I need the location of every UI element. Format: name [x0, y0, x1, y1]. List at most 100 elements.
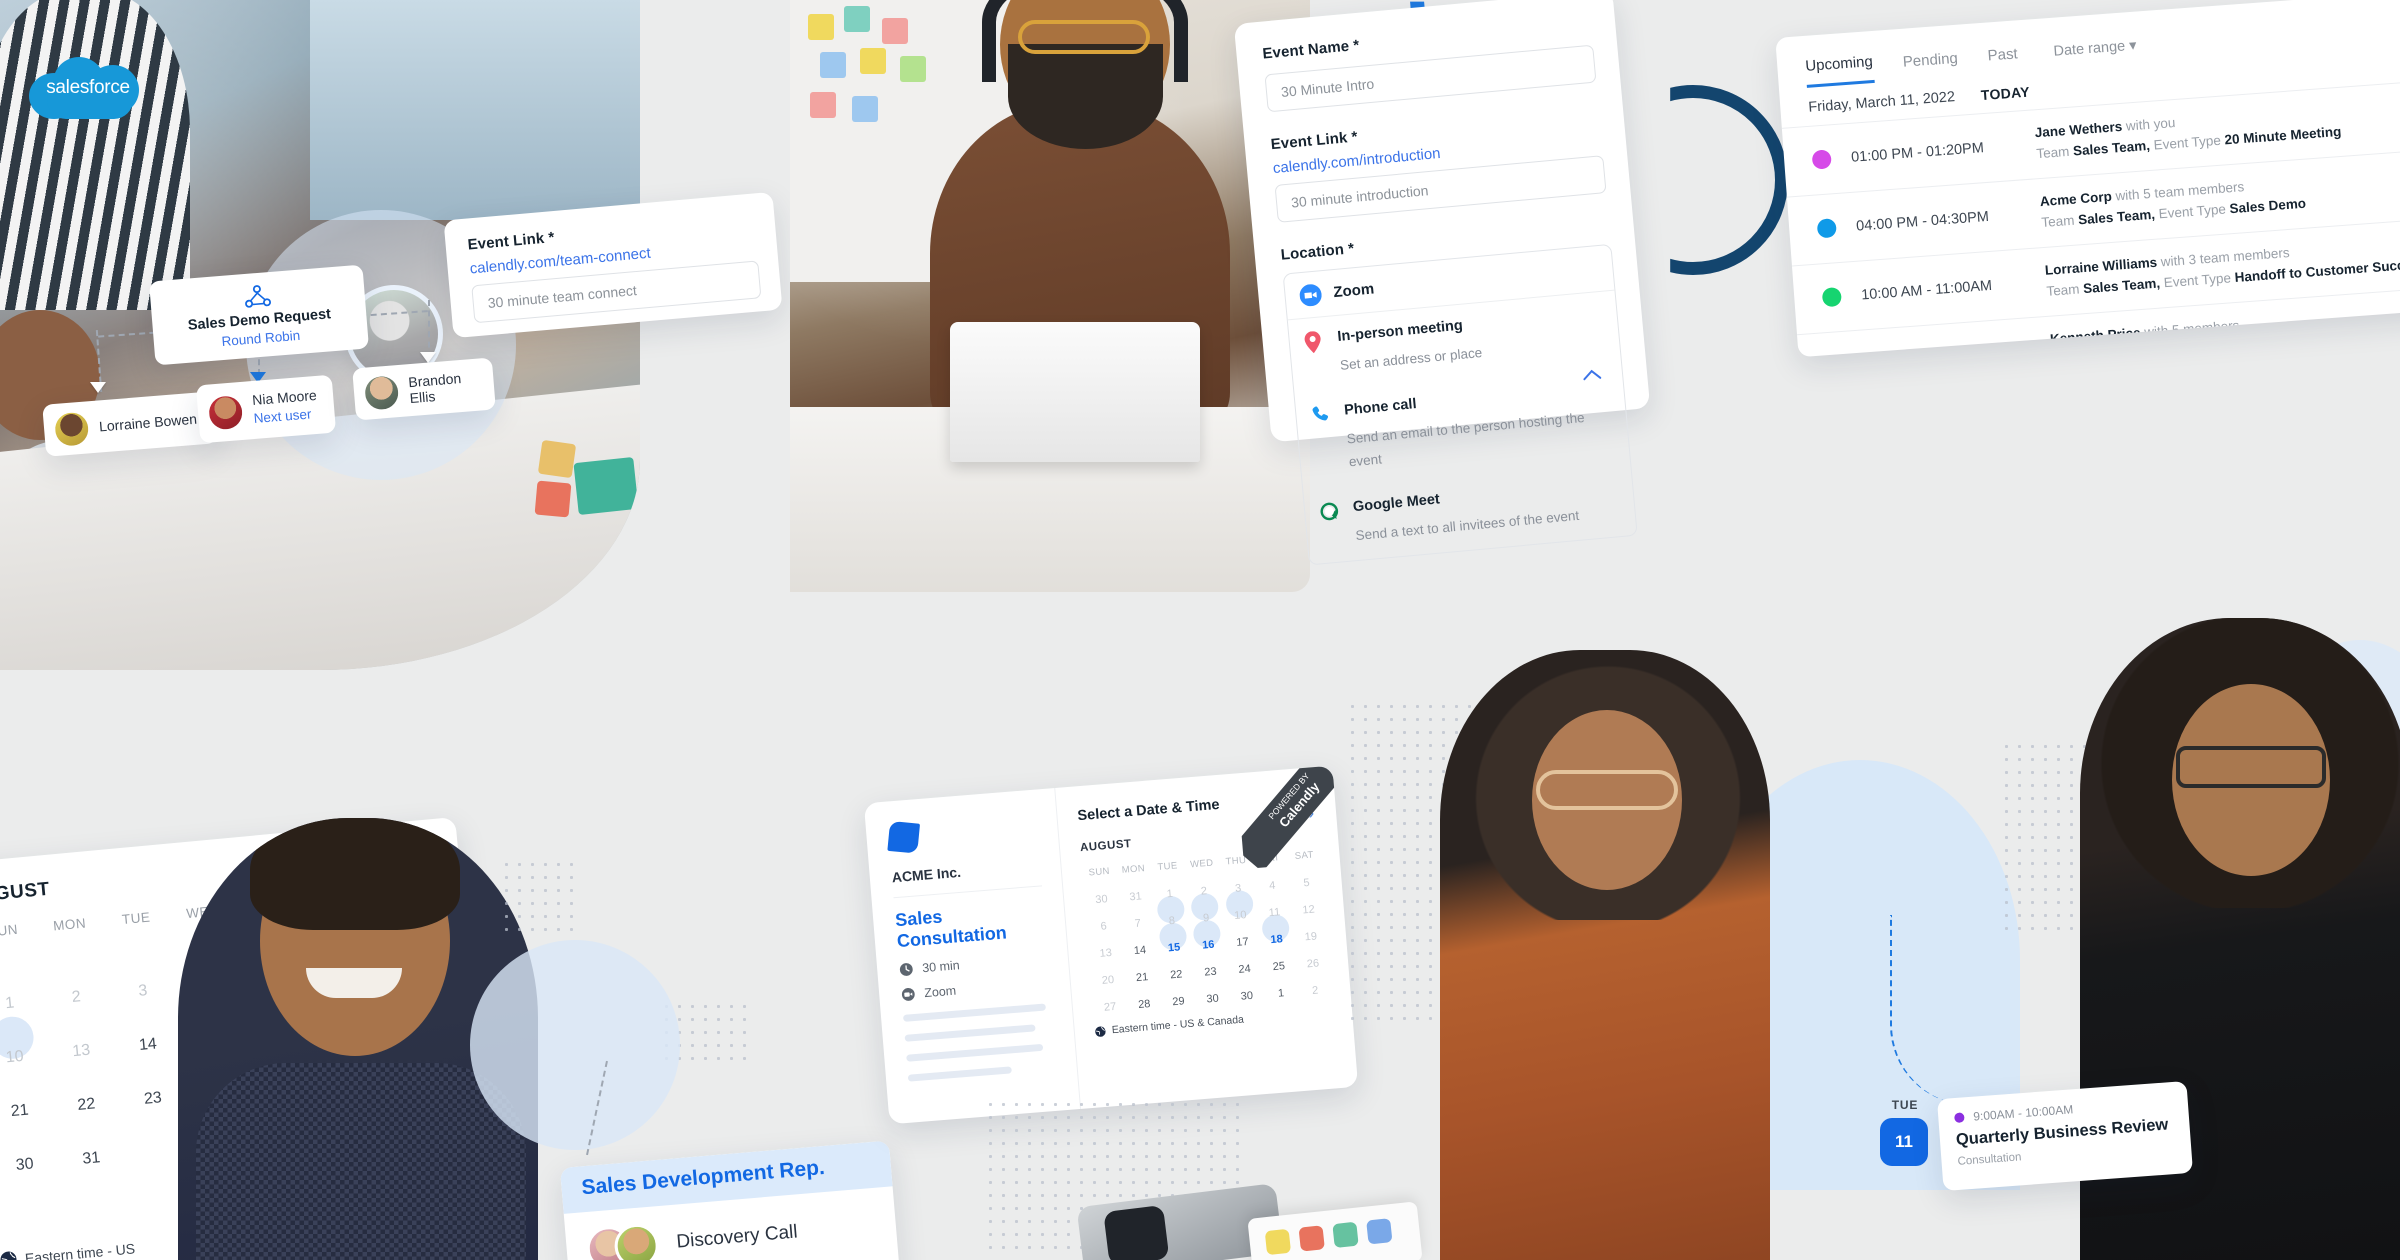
- event-type: Sales Demo: [2239, 332, 2317, 354]
- calendar-day[interactable]: 14: [1122, 935, 1158, 965]
- calendar-day[interactable]: 27: [1092, 992, 1128, 1022]
- location-option-title: In-person meeting: [1336, 317, 1464, 345]
- globe-icon: [0, 1251, 17, 1260]
- calendar-day-available[interactable]: 18: [1258, 924, 1294, 954]
- routing-node-sales-demo-request[interactable]: Sales Demo Request Round Robin: [148, 264, 370, 366]
- globe-icon: [1095, 1025, 1106, 1037]
- decorative-blob: [470, 940, 680, 1150]
- divider: [893, 885, 1043, 899]
- calendar-day[interactable]: 13: [1088, 938, 1124, 968]
- calendar-day-available[interactable]: 16: [1190, 930, 1226, 960]
- timezone-selector[interactable]: Eastern time - US: [0, 1239, 136, 1260]
- routing-arrow-left: [90, 382, 106, 393]
- person-info: Nia Moore Next user: [252, 387, 319, 428]
- quarterly-business-review-card[interactable]: 9:00AM - 10:00AM Quarterly Business Revi…: [1936, 1080, 2194, 1192]
- event-name-value: 30 Minute Intro: [1280, 75, 1375, 101]
- tab-pending[interactable]: Pending: [1902, 50, 1959, 81]
- calendar-day[interactable]: 21: [0, 1081, 56, 1141]
- woman-looking-down-photo: [1440, 650, 1770, 1260]
- calendar-day[interactable]: 12: [1290, 895, 1326, 925]
- app-icon: [1264, 1228, 1292, 1256]
- date-range-label: Date range: [2052, 38, 2126, 60]
- calendar-day[interactable]: 26: [1295, 949, 1331, 979]
- location-option-title: Google Meet: [1352, 491, 1441, 516]
- calendar-day[interactable]: 29: [1160, 986, 1196, 1016]
- calendar-day[interactable]: 4: [1254, 871, 1290, 901]
- person-name: Nia Moore: [251, 386, 318, 409]
- calendar-day-available[interactable]: 15: [1156, 933, 1192, 963]
- calendar-day[interactable]: 24: [1226, 954, 1262, 984]
- required-asterisk: *: [1352, 36, 1361, 55]
- calendar-day[interactable]: 22: [1158, 960, 1194, 990]
- timezone-label: Eastern time - US: [24, 1239, 136, 1260]
- event-type: 20 Minute Meeting: [2223, 123, 2342, 148]
- calendar-day[interactable]: 25: [1261, 951, 1297, 981]
- calendar-day[interactable]: 30: [1194, 984, 1230, 1014]
- today-badge: TODAY: [1980, 83, 2031, 104]
- calendar-day[interactable]: 3: [107, 962, 179, 1022]
- calendar-day[interactable]: 21: [1124, 962, 1160, 992]
- required-asterisk: *: [1350, 128, 1359, 146]
- calendar-day[interactable]: 31: [1117, 882, 1153, 912]
- calendar-day[interactable]: 7: [1120, 908, 1156, 938]
- person-chip-nia-moore[interactable]: Nia Moore Next user: [195, 374, 337, 444]
- calendar-day[interactable]: 30: [1229, 981, 1265, 1011]
- event-invitee: Lorraine Williams: [2044, 254, 2158, 278]
- tab-past[interactable]: Past: [1987, 45, 2019, 74]
- calendar-day[interactable]: 10: [1222, 900, 1258, 930]
- location-option-text: Google Meet Send a text to all invitees …: [1352, 478, 1580, 548]
- event-team-prefix: Team: [2045, 281, 2080, 299]
- event-team: Sales Team,: [2072, 137, 2151, 159]
- calendar-day[interactable]: 31: [56, 1129, 128, 1189]
- event-link-input-placeholder: 30 minute team connect: [487, 282, 638, 312]
- calendar-day[interactable]: 2: [1297, 975, 1333, 1005]
- calendar-day[interactable]: 30: [1083, 884, 1119, 914]
- avatar: [612, 1222, 661, 1260]
- calendar-day[interactable]: 28: [1126, 989, 1162, 1019]
- location-selected-label: Zoom: [1332, 280, 1375, 302]
- calendar-day[interactable]: 2: [41, 968, 113, 1028]
- calendar-day[interactable]: 20: [1090, 965, 1126, 995]
- chevron-up-icon[interactable]: [1583, 368, 1602, 381]
- location-select[interactable]: Zoom In-person meeting Set an address or…: [1282, 243, 1638, 565]
- calendar-day[interactable]: 14: [112, 1015, 184, 1075]
- day-badge: TUE 11: [1870, 1098, 1940, 1166]
- event-link-input-placeholder: 30 minute introduction: [1290, 182, 1430, 211]
- event-invitee: Kenneth Price: [2049, 324, 2142, 347]
- day-of-week-label: TUE: [1891, 1098, 1919, 1112]
- calendar-day[interactable]: 1: [1263, 978, 1299, 1008]
- event-color-dot: [1811, 149, 1832, 171]
- calendar-day[interactable]: 22: [51, 1075, 123, 1135]
- app-icon: [1332, 1221, 1359, 1249]
- calendar-day[interactable]: 6: [1085, 911, 1121, 941]
- salesforce-label: salesforce: [46, 77, 130, 98]
- person-name: Lorraine Bowen: [98, 410, 198, 435]
- clock-icon: [899, 963, 913, 976]
- event-type-prefix: Event Type: [2163, 269, 2232, 290]
- events-day-label: Friday, March 11, 2022: [1807, 89, 1956, 116]
- phone-icon: [1310, 402, 1339, 477]
- avatar: [363, 374, 400, 411]
- calendar-day[interactable]: 5: [1288, 868, 1324, 898]
- calendar-day[interactable]: 23: [1192, 957, 1228, 987]
- tab-upcoming[interactable]: Upcoming: [1804, 53, 1875, 88]
- watch-face: [1103, 1204, 1170, 1260]
- placeholder-bar: [907, 1066, 1013, 1082]
- location-option-text: Phone call Send an email to the person h…: [1343, 377, 1615, 474]
- calendar-day[interactable]: 19: [1293, 922, 1329, 952]
- event-type-prefix: Event Type: [2153, 132, 2222, 153]
- calendar-day[interactable]: 10: [0, 1028, 51, 1088]
- event-with: with 5 team members: [2114, 178, 2245, 204]
- event-color-dot: [1826, 355, 1848, 358]
- camera-icon: [901, 988, 915, 1001]
- round-robin-icon: [245, 284, 271, 308]
- day-of-week-header: TUE: [1157, 860, 1179, 874]
- zoom-icon: [1299, 283, 1322, 306]
- event-team-prefix: Team: [2040, 212, 2075, 230]
- event-with: with 5 members: [2143, 317, 2240, 340]
- calendar-day[interactable]: 30: [0, 1135, 61, 1195]
- person-status: Next user: [253, 406, 312, 426]
- calendar-day[interactable]: 13: [46, 1021, 118, 1081]
- calendar-day[interactable]: 17: [1224, 927, 1260, 957]
- day-number[interactable]: 11: [1880, 1118, 1928, 1166]
